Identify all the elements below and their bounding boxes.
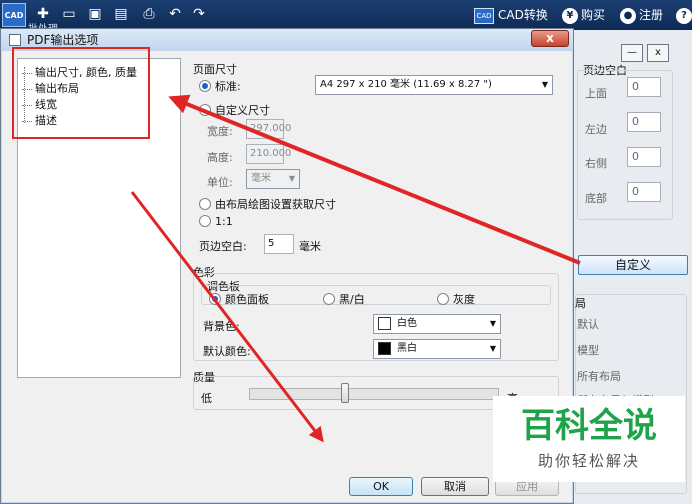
watermark-title: 百科全说 xyxy=(521,406,657,446)
watermark-subtitle: 助你轻松解决 xyxy=(537,452,640,470)
watermark: 百科全说 助你轻松解决 xyxy=(493,396,685,482)
arrow-to-tree xyxy=(168,94,581,265)
arrow-to-ok xyxy=(130,191,324,443)
